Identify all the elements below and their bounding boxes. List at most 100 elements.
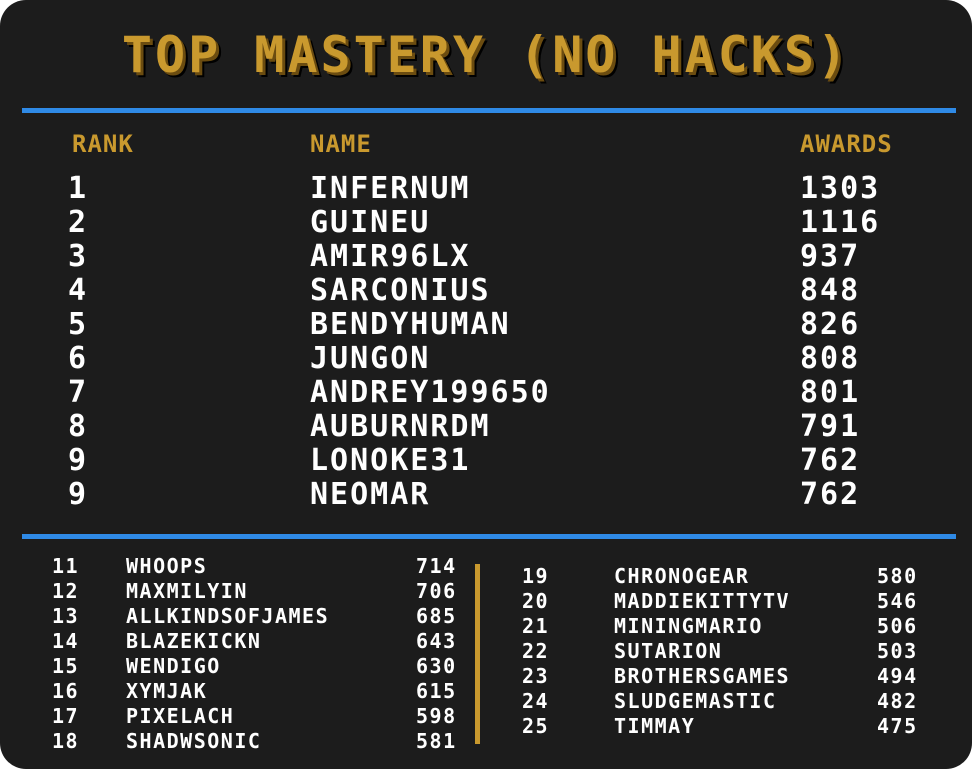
awards-cell: 615 [416, 679, 457, 703]
player-name: XYMJAK [126, 679, 208, 703]
player-name: SLUDGEMASTIC [614, 689, 777, 713]
leaderboard-row: 15 WENDIGO 630 [0, 654, 480, 679]
player-name: SHADWSONIC [126, 729, 262, 753]
rank-cell: 6 [68, 341, 89, 376]
rank-cell: 15 [52, 654, 80, 678]
player-name: BENDYHUMAN [310, 307, 511, 342]
leaderboard-row: 24 SLUDGEMASTIC 482 [480, 689, 972, 714]
player-name: WHOOPS [126, 554, 208, 578]
awards-cell: 1303 [800, 171, 881, 206]
awards-cell: 791 [800, 409, 861, 444]
player-name: LONOKE31 [310, 443, 471, 478]
lower-ranks-right-column: 19 CHRONOGEAR 580 20 MADDIEKITTYTV 546 21 MIN… [480, 564, 972, 739]
rank-cell: 21 [522, 614, 550, 638]
awards-cell: 503 [877, 639, 918, 663]
player-name: BLAZEKICKN [126, 629, 262, 653]
top-ten-list: 1 INFERNUM 1303 2 GUINEU 1116 3 AMIR96LX 937 4… [0, 172, 972, 512]
top-divider [22, 108, 956, 113]
awards-cell: 685 [416, 604, 457, 628]
leaderboard-row: 5 BENDYHUMAN 826 [0, 308, 972, 342]
leaderboard-row: 3 AMIR96LX 937 [0, 240, 972, 274]
leaderboard-row: 9 NEOMAR 762 [0, 478, 972, 512]
player-name: JUNGON [310, 341, 431, 376]
awards-cell: 1116 [800, 205, 881, 240]
player-name: ALLKINDSOFJAMES [126, 604, 330, 628]
awards-cell: 482 [877, 689, 918, 713]
rank-cell: 2 [68, 205, 89, 240]
leaderboard-row: 12 MAXMILYIN 706 [0, 579, 480, 604]
leaderboard-row: 18 SHADWSONIC 581 [0, 729, 480, 754]
leaderboard-row: 2 GUINEU 1116 [0, 206, 972, 240]
rank-cell: 19 [522, 564, 550, 588]
rank-cell: 9 [68, 443, 89, 478]
rank-cell: 14 [52, 629, 80, 653]
player-name: INFERNUM [310, 171, 471, 206]
leaderboard-row: 20 MADDIEKITTYTV 546 [480, 589, 972, 614]
awards-cell: 494 [877, 664, 918, 688]
rank-cell: 25 [522, 714, 550, 738]
player-name: AUBURNRDM [310, 409, 491, 444]
awards-cell: 546 [877, 589, 918, 613]
awards-cell: 630 [416, 654, 457, 678]
awards-cell: 475 [877, 714, 918, 738]
rank-cell: 12 [52, 579, 80, 603]
player-name: MADDIEKITTYTV [614, 589, 791, 613]
awards-cell: 506 [877, 614, 918, 638]
leaderboard-row: 11 WHOOPS 714 [0, 554, 480, 579]
player-name: NEOMAR [310, 477, 431, 512]
rank-cell: 5 [68, 307, 89, 342]
leaderboard-row: 7 ANDREY199650 801 [0, 376, 972, 410]
leaderboard-panel: TOP MASTERY (NO HACKS) RANK NAME AWARDS … [0, 0, 972, 769]
rank-header: RANK [72, 130, 134, 158]
leaderboard-row: 21 MININGMARIO 506 [480, 614, 972, 639]
rank-cell: 17 [52, 704, 80, 728]
awards-cell: 762 [800, 477, 861, 512]
leaderboard-row: 25 TIMMAY 475 [480, 714, 972, 739]
name-header: NAME [310, 130, 372, 158]
player-name: BROTHERSGAMES [614, 664, 791, 688]
awards-cell: 826 [800, 307, 861, 342]
rank-cell: 20 [522, 589, 550, 613]
rank-cell: 3 [68, 239, 89, 274]
rank-cell: 24 [522, 689, 550, 713]
awards-cell: 581 [416, 729, 457, 753]
rank-cell: 18 [52, 729, 80, 753]
rank-cell: 22 [522, 639, 550, 663]
rank-cell: 9 [68, 477, 89, 512]
rank-cell: 13 [52, 604, 80, 628]
awards-cell: 808 [800, 341, 861, 376]
awards-cell: 801 [800, 375, 861, 410]
awards-cell: 598 [416, 704, 457, 728]
rank-cell: 4 [68, 273, 89, 308]
rank-cell: 16 [52, 679, 80, 703]
rank-cell: 23 [522, 664, 550, 688]
rank-cell: 11 [52, 554, 80, 578]
player-name: CHRONOGEAR [614, 564, 750, 588]
leaderboard-row: 9 LONOKE31 762 [0, 444, 972, 478]
player-name: ANDREY199650 [310, 375, 551, 410]
player-name: WENDIGO [126, 654, 221, 678]
player-name: SARCONIUS [310, 273, 491, 308]
rank-cell: 7 [68, 375, 89, 410]
player-name: GUINEU [310, 205, 431, 240]
awards-cell: 714 [416, 554, 457, 578]
awards-cell: 580 [877, 564, 918, 588]
awards-cell: 643 [416, 629, 457, 653]
leaderboard-row: 17 PIXELACH 598 [0, 704, 480, 729]
player-name: PIXELACH [126, 704, 235, 728]
player-name: AMIR96LX [310, 239, 471, 274]
player-name: SUTARION [614, 639, 723, 663]
rank-cell: 8 [68, 409, 89, 444]
player-name: MAXMILYIN [126, 579, 248, 603]
player-name: TIMMAY [614, 714, 696, 738]
rank-cell: 1 [68, 171, 89, 206]
leaderboard-row: 16 XYMJAK 615 [0, 679, 480, 704]
player-name: MININGMARIO [614, 614, 763, 638]
leaderboard-row: 8 AUBURNRDM 791 [0, 410, 972, 444]
awards-cell: 762 [800, 443, 861, 478]
leaderboard-row: 4 SARCONIUS 848 [0, 274, 972, 308]
lower-ranks-left-column: 11 WHOOPS 714 12 MAXMILYIN 706 13 ALLKINDSOFJ… [0, 554, 480, 754]
awards-header: AWARDS [800, 130, 893, 158]
leaderboard-row: 6 JUNGON 808 [0, 342, 972, 376]
awards-cell: 848 [800, 273, 861, 308]
